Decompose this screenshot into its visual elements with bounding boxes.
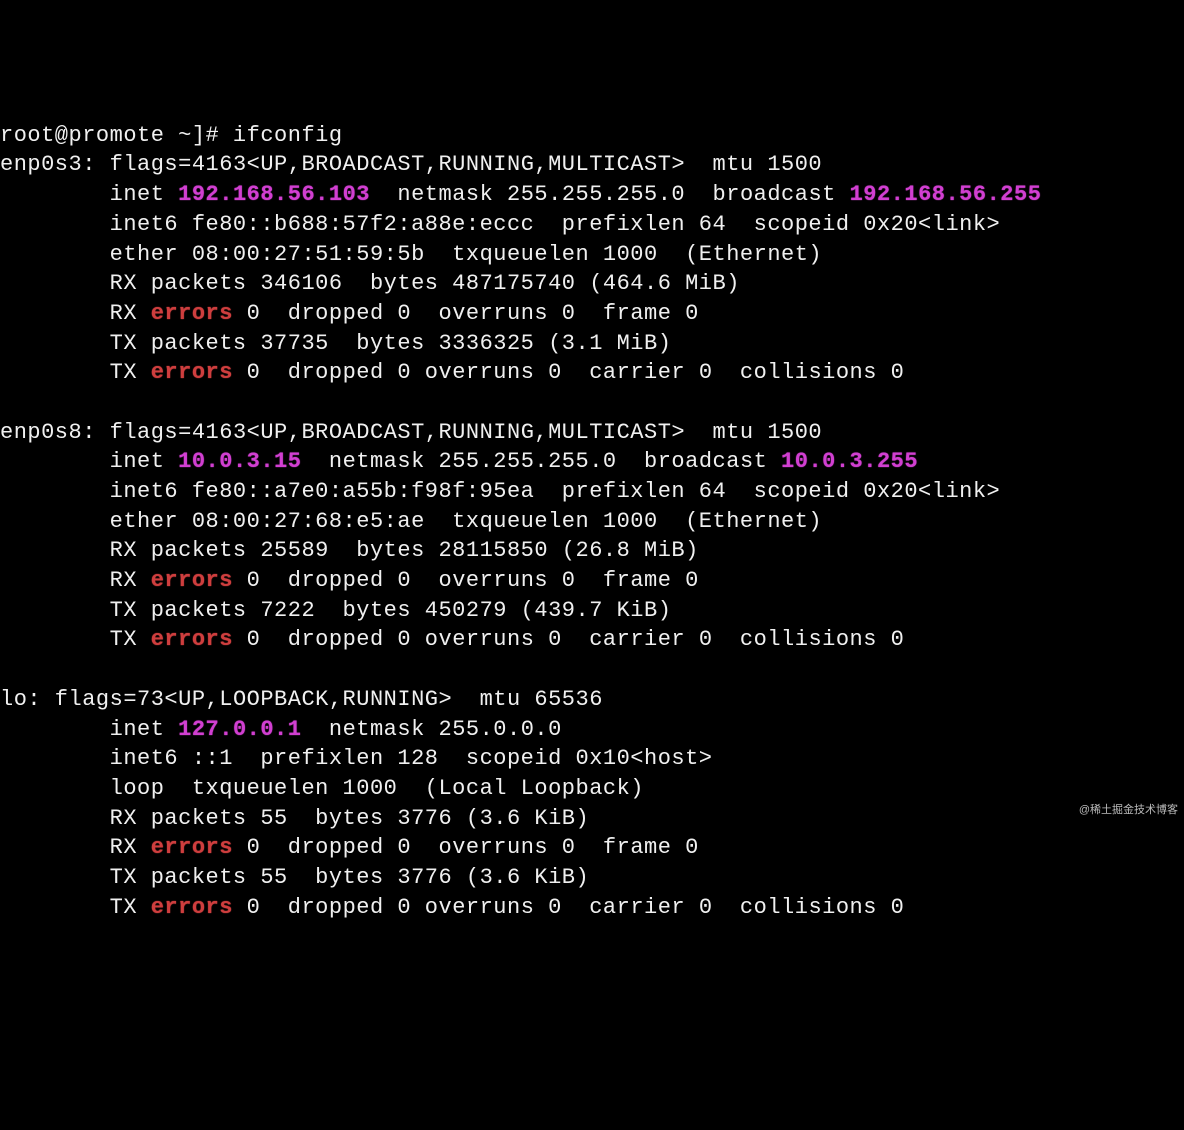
iface-name: enp0s8:	[0, 420, 96, 445]
flags-line: flags=73<UP,LOOPBACK,RUNNING> mtu 65536	[41, 687, 603, 712]
errors-word: errors	[151, 627, 233, 652]
tx-err-rest: 0 dropped 0 overruns 0 carrier 0 collisi…	[233, 360, 904, 385]
tx-err-prefix: TX	[0, 360, 151, 385]
tx-err-prefix: TX	[0, 627, 151, 652]
inet-rest: netmask 255.255.255.0 broadcast	[370, 182, 850, 207]
tx-packets-line: TX packets 7222 bytes 450279 (439.7 KiB)	[0, 598, 671, 623]
iface-name: lo:	[0, 687, 41, 712]
inet6-line: inet6 fe80::b688:57f2:a88e:eccc prefixle…	[0, 212, 1000, 237]
errors-word: errors	[151, 835, 233, 860]
tx-packets-line: TX packets 37735 bytes 3336325 (3.1 MiB)	[0, 331, 671, 356]
tx-err-prefix: TX	[0, 895, 151, 920]
tx-err-rest: 0 dropped 0 overruns 0 carrier 0 collisi…	[233, 895, 904, 920]
inet-address: 127.0.0.1	[178, 717, 301, 742]
rx-packets-line: RX packets 25589 bytes 28115850 (26.8 Mi…	[0, 538, 699, 563]
inet-prefix: inet	[0, 449, 178, 474]
inet-address: 10.0.3.15	[178, 449, 301, 474]
flags-line: flags=4163<UP,BROADCAST,RUNNING,MULTICAS…	[96, 152, 822, 177]
rx-err-rest: 0 dropped 0 overruns 0 frame 0	[233, 568, 699, 593]
loop-line: loop txqueuelen 1000 (Local Loopback)	[0, 776, 644, 801]
rx-err-prefix: RX	[0, 301, 151, 326]
rx-packets-line: RX packets 55 bytes 3776 (3.6 KiB)	[0, 806, 589, 831]
broadcast-address: 10.0.3.255	[781, 449, 918, 474]
tx-packets-line: TX packets 55 bytes 3776 (3.6 KiB)	[0, 865, 589, 890]
inet-address: 192.168.56.103	[178, 182, 370, 207]
iface-name: enp0s3:	[0, 152, 96, 177]
rx-packets-line: RX packets 346106 bytes 487175740 (464.6…	[0, 271, 740, 296]
rx-err-rest: 0 dropped 0 overruns 0 frame 0	[233, 301, 699, 326]
broadcast-address: 192.168.56.255	[850, 182, 1042, 207]
rx-err-rest: 0 dropped 0 overruns 0 frame 0	[233, 835, 699, 860]
tx-err-rest: 0 dropped 0 overruns 0 carrier 0 collisi…	[233, 627, 904, 652]
inet-rest: netmask 255.255.255.0 broadcast	[301, 449, 781, 474]
errors-word: errors	[151, 360, 233, 385]
rx-err-prefix: RX	[0, 568, 151, 593]
flags-line: flags=4163<UP,BROADCAST,RUNNING,MULTICAS…	[96, 420, 822, 445]
errors-word: errors	[151, 568, 233, 593]
errors-word: errors	[151, 895, 233, 920]
watermark: @稀土掘金技术博客	[1079, 803, 1178, 818]
inet6-line: inet6 ::1 prefixlen 128 scopeid 0x10<hos…	[0, 746, 713, 771]
shell-prompt: root@promote ~]# ifconfig	[0, 123, 343, 148]
inet6-line: inet6 fe80::a7e0:a55b:f98f:95ea prefixle…	[0, 479, 1000, 504]
inet-rest: netmask 255.0.0.0	[301, 717, 561, 742]
ether-line: ether 08:00:27:51:59:5b txqueuelen 1000 …	[0, 242, 822, 267]
inet-prefix: inet	[0, 182, 178, 207]
inet-prefix: inet	[0, 717, 178, 742]
rx-err-prefix: RX	[0, 835, 151, 860]
errors-word: errors	[151, 301, 233, 326]
terminal-output[interactable]: root@promote ~]# ifconfig enp0s3: flags=…	[0, 121, 1184, 923]
ether-line: ether 08:00:27:68:e5:ae txqueuelen 1000 …	[0, 509, 822, 534]
